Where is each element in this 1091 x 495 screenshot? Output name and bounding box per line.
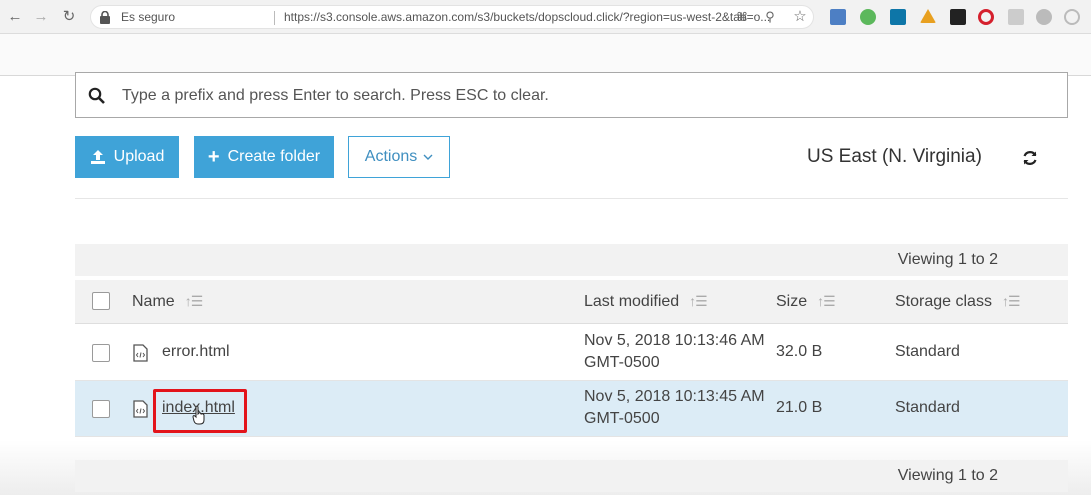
last-modified-cell: Nov 5, 2018 10:13:46 AM GMT-0500 <box>584 330 765 374</box>
row-checkbox[interactable] <box>92 400 110 418</box>
divider <box>75 198 1068 199</box>
console-header-band <box>0 34 1091 76</box>
upload-label: Upload <box>113 148 165 165</box>
column-header-name[interactable]: Name ↑☰ <box>132 293 204 311</box>
extension-icon-2[interactable] <box>860 9 876 25</box>
last-modified-header-label: Last modified <box>584 293 680 310</box>
plus-icon: + <box>207 146 220 168</box>
sort-icon[interactable]: ↑☰ <box>689 293 708 310</box>
upload-button[interactable]: Upload <box>75 136 179 178</box>
storage-class-header-label: Storage class <box>895 293 992 310</box>
bookmark-star-icon[interactable]: ☆ <box>791 8 809 26</box>
file-code-icon <box>133 344 148 362</box>
viewing-count-bottom: Viewing 1 to 2 <box>897 467 998 484</box>
object-name-link[interactable]: error.html <box>162 343 230 361</box>
storage-class-cell: Standard <box>895 399 960 416</box>
refresh-icon[interactable] <box>1021 149 1039 167</box>
table-row[interactable]: error.html Nov 5, 2018 10:13:46 AM GMT-0… <box>75 325 1068 381</box>
forward-arrow-icon[interactable]: → <box>32 8 50 26</box>
pagination-bar-bottom: Viewing 1 to 2 <box>75 460 1068 492</box>
extension-icon-9[interactable] <box>1064 9 1080 25</box>
address-bar[interactable]: Es seguro https://s3.console.aws.amazon.… <box>90 5 814 29</box>
column-header-last-modified[interactable]: Last modified ↑☰ <box>584 293 708 311</box>
url-separator <box>274 11 275 25</box>
reload-icon[interactable]: ↻ <box>60 8 78 26</box>
create-folder-label: Create folder <box>227 148 321 165</box>
modified-timezone: GMT-0500 <box>584 410 660 427</box>
search-icon <box>88 87 105 104</box>
row-checkbox[interactable] <box>92 344 110 362</box>
upload-icon <box>90 150 105 164</box>
actions-label: Actions <box>364 148 418 165</box>
size-header-label: Size <box>776 293 808 310</box>
name-header-label: Name <box>132 293 175 310</box>
extension-icon-7[interactable] <box>1008 9 1024 25</box>
sort-icon[interactable]: ↑☰ <box>1002 293 1021 310</box>
modified-date: Nov 5, 2018 10:13:45 AM <box>584 388 765 405</box>
region-label: US East (N. Virginia) <box>807 146 982 167</box>
secure-label: Es seguro <box>121 10 176 24</box>
search-input[interactable] <box>122 81 1042 111</box>
translate-icon[interactable]: ⌘ <box>733 8 751 26</box>
last-modified-cell: Nov 5, 2018 10:13:45 AM GMT-0500 <box>584 386 765 430</box>
pagination-bar-top: Viewing 1 to 2 <box>75 244 1068 276</box>
storage-class-cell: Standard <box>895 343 960 360</box>
size-cell: 32.0 B <box>776 343 823 360</box>
viewing-count-top: Viewing 1 to 2 <box>897 251 998 268</box>
sort-icon[interactable]: ↑☰ <box>817 293 836 310</box>
modified-date: Nov 5, 2018 10:13:46 AM <box>584 332 765 349</box>
linkedin-icon[interactable] <box>890 9 906 25</box>
size-cell: 21.0 B <box>776 399 823 416</box>
zoom-icon[interactable]: ⚲ <box>761 8 779 26</box>
amazon-icon[interactable] <box>950 9 966 25</box>
create-folder-button[interactable]: + Create folder <box>194 136 334 178</box>
lock-icon <box>100 11 110 24</box>
column-header-size[interactable]: Size ↑☰ <box>776 293 836 311</box>
sort-icon[interactable]: ↑☰ <box>185 293 204 310</box>
browser-toolbar: ← → ↻ Es seguro https://s3.console.aws.a… <box>0 0 1091 34</box>
actions-dropdown[interactable]: Actions <box>348 136 450 178</box>
column-header-storage-class[interactable]: Storage class ↑☰ <box>895 293 1020 311</box>
back-arrow-icon[interactable]: ← <box>6 8 24 26</box>
chevron-down-icon <box>423 154 433 160</box>
extension-icon-8[interactable] <box>1036 9 1052 25</box>
extension-icon-1[interactable] <box>830 9 846 25</box>
select-all-checkbox[interactable] <box>92 292 110 310</box>
modified-timezone: GMT-0500 <box>584 354 660 371</box>
file-code-icon <box>133 400 148 418</box>
hand-cursor-icon <box>192 405 205 425</box>
opera-icon[interactable] <box>978 9 994 25</box>
drive-icon[interactable] <box>920 9 936 23</box>
table-header: Name ↑☰ Last modified ↑☰ Size ↑☰ Storage cl… <box>75 280 1068 324</box>
search-box[interactable] <box>75 72 1068 118</box>
